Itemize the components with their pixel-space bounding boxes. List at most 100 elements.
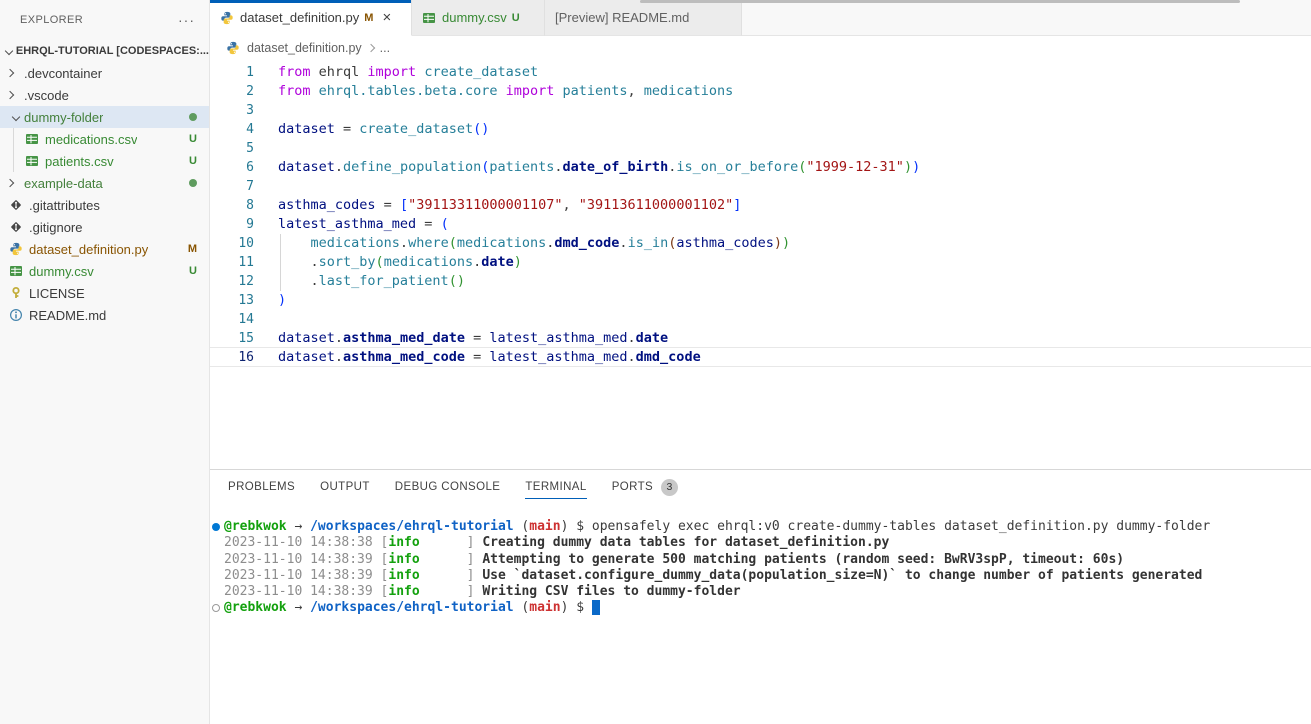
tree-item-example-data[interactable]: example-data: [0, 172, 209, 194]
code-line-text: medications.where(medications.dmd_code.i…: [278, 234, 790, 253]
python-file-icon: [220, 11, 234, 25]
file-tree: .devcontainer .vscode dummy-folder medicati…: [0, 62, 209, 326]
tree-item-dummy-folder[interactable]: dummy-folder: [0, 106, 209, 128]
tree-item-readme-md[interactable]: README.md: [0, 304, 209, 326]
tree-item-gitattributes[interactable]: .gitattributes: [0, 194, 209, 216]
panel-tab-label: TERMINAL: [525, 481, 586, 493]
panel-tab-problems[interactable]: PROBLEMS: [228, 470, 295, 504]
tree-item-label: example-data: [24, 176, 103, 191]
code-line-13[interactable]: 13): [210, 291, 1311, 310]
code-line-14[interactable]: 14: [210, 310, 1311, 329]
code-line-text: dataset.define_population(patients.date_…: [278, 158, 920, 177]
code-line-16[interactable]: 16dataset.asthma_med_code = latest_asthm…: [210, 348, 1311, 367]
tabbar-scrollbar[interactable]: [640, 0, 1240, 3]
bottom-panel: PROBLEMS OUTPUT DEBUG CONSOLE TERMINAL PORTS…: [210, 469, 1311, 724]
line-number: 14: [210, 310, 254, 329]
line-number: 2: [210, 82, 254, 101]
explorer-header: EXPLORER ···: [0, 0, 209, 40]
workspace-root-item[interactable]: EHRQL-TUTORIAL [CODESPACES:...: [0, 40, 209, 62]
tree-item-label: dataset_definition.py: [29, 242, 148, 257]
tree-item-dataset-definition-py[interactable]: dataset_definition.py M: [0, 238, 209, 260]
tab-dataset-definition-py[interactable]: dataset_definition.pyM×: [210, 0, 412, 36]
panel-tab-ports[interactable]: PORTS 3: [612, 470, 678, 504]
tab-dummy-csv[interactable]: dummy.csvU: [412, 0, 545, 36]
python-file-icon: [8, 242, 24, 256]
code-line-1[interactable]: 1from ehrql import create_dataset: [210, 63, 1311, 82]
panel-tab-debug-console[interactable]: DEBUG CONSOLE: [395, 470, 501, 504]
code-line-15[interactable]: 15dataset.asthma_med_date = latest_asthm…: [210, 329, 1311, 348]
line-number: 8: [210, 196, 254, 215]
python-file-icon: [226, 41, 240, 55]
code-line-text: ): [278, 291, 286, 310]
code-line-6[interactable]: 6 dataset.define_population(patients.date…: [210, 158, 1311, 177]
code-line-11[interactable]: 11 .sort_by(medications.date): [210, 253, 1311, 272]
tree-item-label: dummy.csv: [29, 264, 94, 279]
terminal-line: @rebkwok → /workspaces/ehrql-tutorial (m…: [210, 519, 1311, 535]
line-number: 6: [210, 158, 254, 177]
close-icon[interactable]: ×: [382, 10, 391, 25]
editor-area: dataset_definition.py M × dummy.csvU[Previe…: [210, 0, 1311, 724]
code-line-7[interactable]: 7: [210, 177, 1311, 196]
tree-item-label: .gitattributes: [29, 198, 100, 213]
chevron-down-icon: [3, 48, 16, 54]
tree-item-label: .gitignore: [29, 220, 82, 235]
chevron-down-icon: [8, 114, 24, 120]
code-line-5[interactable]: 5: [210, 139, 1311, 158]
panel-tab-label: PROBLEMS: [228, 481, 295, 493]
git-status-badge: M: [364, 12, 373, 24]
git-status-badge: M: [188, 243, 197, 255]
line-number: 4: [210, 120, 254, 139]
code-editor[interactable]: 1from ehrql import create_dataset2from e…: [210, 60, 1311, 469]
breadcrumb-more[interactable]: ...: [380, 41, 390, 55]
tree-item-label: medications.csv: [45, 132, 137, 147]
panel-tab-label: OUTPUT: [320, 481, 370, 493]
csv-file-icon: [8, 264, 24, 278]
code-line-10[interactable]: 10 medications.where(medications.dmd_cod…: [210, 234, 1311, 253]
tree-item-label: dummy-folder: [24, 110, 103, 125]
code-line-12[interactable]: 12 .last_for_patient(): [210, 272, 1311, 291]
line-number: 9: [210, 215, 254, 234]
line-number: 10: [210, 234, 254, 253]
code-line-text: .sort_by(medications.date): [278, 253, 522, 272]
code-line-4[interactable]: 4dataset = create_dataset(): [210, 120, 1311, 139]
vscode-window: EXPLORER ··· EHRQL-TUTORIAL [CODESPACES:…: [0, 0, 1311, 724]
command-decoration-icon[interactable]: [212, 523, 220, 531]
tree-item-devcontainer[interactable]: .devcontainer: [0, 62, 209, 84]
breadcrumb-file[interactable]: dataset_definition.py: [247, 41, 362, 55]
tree-item-license[interactable]: LICENSE: [0, 282, 209, 304]
command-decoration-icon[interactable]: [212, 604, 220, 612]
code-line-9[interactable]: 9 latest_asthma_med = (: [210, 215, 1311, 234]
tree-item-patients-csv[interactable]: patients.csvU: [0, 150, 209, 172]
ports-count-badge: 3: [661, 479, 678, 496]
license-file-icon: [8, 286, 24, 300]
code-line-text: latest_asthma_med = (: [278, 215, 449, 234]
chevron-right-icon: [8, 180, 24, 186]
tree-item-label: patients.csv: [45, 154, 114, 169]
code-line-3[interactable]: 3: [210, 101, 1311, 120]
more-actions-icon[interactable]: ···: [178, 12, 195, 28]
changes-dot-icon: [189, 113, 197, 121]
tree-item-medications-csv[interactable]: medications.csv U: [0, 128, 209, 150]
panel-tabbar: PROBLEMS OUTPUT DEBUG CONSOLE TERMINAL PORTS…: [210, 470, 1311, 504]
panel-tab-terminal[interactable]: TERMINAL: [525, 470, 586, 504]
terminal-cursor: [592, 600, 600, 615]
tree-item-dummy-csv[interactable]: dummy.csvU: [0, 260, 209, 282]
code-line-8[interactable]: 8asthma_codes = ["39113311000001107", "3…: [210, 196, 1311, 215]
panel-tab-label: PORTS: [612, 481, 653, 493]
explorer-title: EXPLORER: [20, 14, 83, 26]
tab-preview-readme-md[interactable]: [Preview] README.md: [545, 0, 742, 36]
git-file-icon: [8, 198, 24, 212]
terminal[interactable]: @rebkwok → /workspaces/ehrql-tutorial (m…: [210, 504, 1311, 724]
tree-item-label: .devcontainer: [24, 66, 102, 81]
terminal-line: 2023-11-10 14:38:39 [info ] Writing CSV …: [210, 584, 1311, 600]
terminal-line: @rebkwok → /workspaces/ehrql-tutorial (m…: [210, 600, 1311, 616]
tabbar-empty-space: [742, 0, 1311, 36]
line-number: 5: [210, 139, 254, 158]
panel-tab-output[interactable]: OUTPUT: [320, 470, 370, 504]
tree-item-vscode[interactable]: .vscode: [0, 84, 209, 106]
chevron-right-icon: [8, 92, 24, 98]
code-line-2[interactable]: 2from ehrql.tables.beta.core import pati…: [210, 82, 1311, 101]
git-status-badge: U: [189, 133, 197, 145]
line-number: 7: [210, 177, 254, 196]
tree-item-gitignore[interactable]: .gitignore: [0, 216, 209, 238]
